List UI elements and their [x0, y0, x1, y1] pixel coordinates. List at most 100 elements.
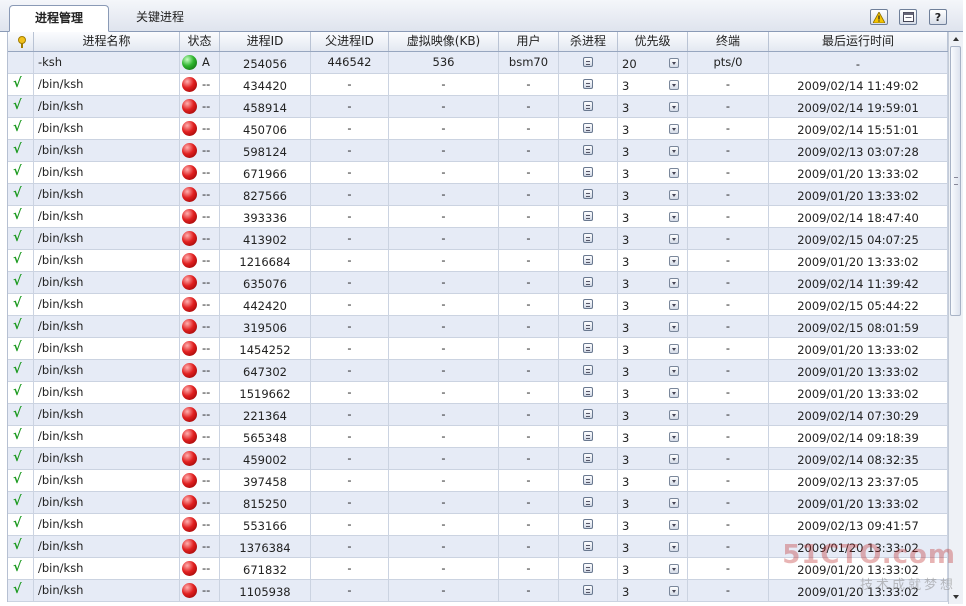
table-row[interactable]: √/bin/ksh -- 1105938- - -3-2009/01/20 13:33:…	[8, 580, 948, 602]
kill-process-button[interactable]	[583, 123, 593, 133]
table-row[interactable]: √/bin/ksh -- 598124- - -3-2009/02/13 03:07:2…	[8, 140, 948, 162]
kill-process-button[interactable]	[583, 475, 593, 485]
chevron-down-icon[interactable]	[669, 80, 679, 90]
kill-process-button[interactable]	[583, 497, 593, 507]
chevron-down-icon[interactable]	[669, 256, 679, 266]
kill-process-button[interactable]	[583, 453, 593, 463]
priority-select[interactable]: 3	[618, 316, 688, 337]
kill-process-button[interactable]	[583, 167, 593, 177]
priority-select[interactable]: 3	[618, 338, 688, 359]
table-row[interactable]: √/bin/ksh -- 221364- - -3-2009/02/14 07:30:2…	[8, 404, 948, 426]
kill-process-button[interactable]	[583, 585, 593, 595]
alert-icon[interactable]	[870, 9, 888, 25]
table-row[interactable]: √/bin/ksh -- 393336- - -3-2009/02/14 18:47:4…	[8, 206, 948, 228]
priority-select[interactable]: 3	[618, 140, 688, 161]
kill-process-button[interactable]	[583, 387, 593, 397]
chevron-down-icon[interactable]	[669, 410, 679, 420]
scroll-thumb[interactable]	[950, 46, 961, 316]
chevron-down-icon[interactable]	[669, 586, 679, 596]
chevron-down-icon[interactable]	[669, 300, 679, 310]
chevron-down-icon[interactable]	[669, 476, 679, 486]
kill-process-button[interactable]	[583, 321, 593, 331]
kill-process-button[interactable]	[583, 519, 593, 529]
chevron-down-icon[interactable]	[669, 498, 679, 508]
col-header-10[interactable]: 最后运行时间	[769, 32, 948, 51]
chevron-down-icon[interactable]	[669, 542, 679, 552]
kill-process-button[interactable]	[583, 57, 593, 67]
priority-select[interactable]: 3	[618, 74, 688, 95]
table-row[interactable]: √/bin/ksh -- 450706- - -3-2009/02/14 15:51:0…	[8, 118, 948, 140]
chevron-down-icon[interactable]	[669, 212, 679, 222]
col-header-key[interactable]	[8, 32, 34, 51]
table-row[interactable]: √/bin/ksh -- 565348- - -3-2009/02/14 09:18:3…	[8, 426, 948, 448]
priority-select[interactable]: 3	[618, 426, 688, 447]
priority-select[interactable]: 3	[618, 404, 688, 425]
kill-process-button[interactable]	[583, 189, 593, 199]
priority-select[interactable]: 3	[618, 382, 688, 403]
scroll-up-icon[interactable]	[949, 32, 963, 46]
priority-select[interactable]: 20	[618, 52, 688, 73]
priority-select[interactable]: 3	[618, 118, 688, 139]
table-row[interactable]: √/bin/ksh -- 413902- - -3-2009/02/15 04:07:2…	[8, 228, 948, 250]
chevron-down-icon[interactable]	[669, 322, 679, 332]
chevron-down-icon[interactable]	[669, 124, 679, 134]
col-header-3[interactable]: 进程ID	[220, 32, 311, 51]
tab-key-processes[interactable]: 关键进程	[118, 5, 202, 31]
table-row[interactable]: √/bin/ksh -- 1454252- - -3-2009/01/20 13:33:…	[8, 338, 948, 360]
table-row[interactable]: √/bin/ksh -- 1376384- - -3-2009/01/20 13:33:…	[8, 536, 948, 558]
chevron-down-icon[interactable]	[669, 168, 679, 178]
table-row[interactable]: √/bin/ksh -- 1519662- - -3-2009/01/20 13:33:…	[8, 382, 948, 404]
scroll-down-icon[interactable]	[949, 590, 963, 604]
vertical-scrollbar[interactable]	[948, 32, 963, 604]
priority-select[interactable]: 3	[618, 272, 688, 293]
priority-select[interactable]: 3	[618, 294, 688, 315]
table-row[interactable]: √/bin/ksh -- 434420- - -3-2009/02/14 11:49:0…	[8, 74, 948, 96]
chevron-down-icon[interactable]	[669, 278, 679, 288]
chevron-down-icon[interactable]	[669, 432, 679, 442]
col-header-9[interactable]: 终端	[688, 32, 769, 51]
table-row[interactable]: √/bin/ksh -- 458914- - -3-2009/02/14 19:59:0…	[8, 96, 948, 118]
priority-select[interactable]: 3	[618, 250, 688, 271]
priority-select[interactable]: 3	[618, 558, 688, 579]
kill-process-button[interactable]	[583, 365, 593, 375]
chevron-down-icon[interactable]	[669, 146, 679, 156]
kill-process-button[interactable]	[583, 409, 593, 419]
kill-process-button[interactable]	[583, 431, 593, 441]
chevron-down-icon[interactable]	[669, 102, 679, 112]
tab-process-management[interactable]: 进程管理	[9, 5, 109, 32]
kill-process-button[interactable]	[583, 233, 593, 243]
table-row[interactable]: √/bin/ksh -- 671832- - -3-2009/01/20 13:33:0…	[8, 558, 948, 580]
chevron-down-icon[interactable]	[669, 520, 679, 530]
kill-process-button[interactable]	[583, 541, 593, 551]
priority-select[interactable]: 3	[618, 536, 688, 557]
kill-process-button[interactable]	[583, 299, 593, 309]
priority-select[interactable]: 3	[618, 470, 688, 491]
kill-process-button[interactable]	[583, 145, 593, 155]
priority-select[interactable]: 3	[618, 514, 688, 535]
kill-process-button[interactable]	[583, 277, 593, 287]
table-row[interactable]: √/bin/ksh -- 459002- - -3-2009/02/14 08:32:3…	[8, 448, 948, 470]
col-header-4[interactable]: 父进程ID	[311, 32, 389, 51]
table-row[interactable]: √/bin/ksh -- 553166- - -3-2009/02/13 09:41:5…	[8, 514, 948, 536]
col-header-5[interactable]: 虚拟映像(KB)	[389, 32, 499, 51]
table-row[interactable]: √/bin/ksh -- 397458- - -3-2009/02/13 23:37:0…	[8, 470, 948, 492]
priority-select[interactable]: 3	[618, 228, 688, 249]
chevron-down-icon[interactable]	[669, 388, 679, 398]
window-icon[interactable]	[899, 9, 917, 25]
chevron-down-icon[interactable]	[669, 564, 679, 574]
table-row[interactable]: √/bin/ksh -- 1216684- - -3-2009/01/20 13:33:…	[8, 250, 948, 272]
table-row[interactable]: -ksh A 254056 446542 536 bsm70 20 pts/0 -	[8, 52, 948, 74]
priority-select[interactable]: 3	[618, 206, 688, 227]
help-icon[interactable]: ?	[929, 9, 947, 25]
table-row[interactable]: √/bin/ksh -- 319506- - -3-2009/02/15 08:01:5…	[8, 316, 948, 338]
kill-process-button[interactable]	[583, 255, 593, 265]
col-header-6[interactable]: 用户	[499, 32, 559, 51]
chevron-down-icon[interactable]	[669, 58, 679, 68]
priority-select[interactable]: 3	[618, 492, 688, 513]
table-row[interactable]: √/bin/ksh -- 635076- - -3-2009/02/14 11:39:4…	[8, 272, 948, 294]
kill-process-button[interactable]	[583, 563, 593, 573]
priority-select[interactable]: 3	[618, 580, 688, 601]
priority-select[interactable]: 3	[618, 360, 688, 381]
kill-process-button[interactable]	[583, 79, 593, 89]
table-row[interactable]: √/bin/ksh -- 815250- - -3-2009/01/20 13:33:0…	[8, 492, 948, 514]
